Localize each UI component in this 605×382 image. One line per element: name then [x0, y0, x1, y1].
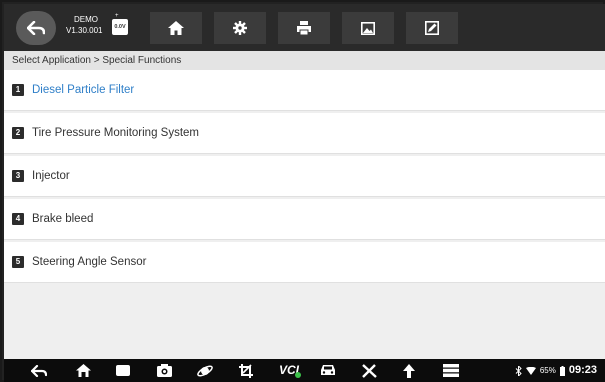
- home-button[interactable]: [150, 12, 202, 44]
- bluetooth-icon: [515, 365, 522, 376]
- clock: 09:23: [568, 364, 597, 376]
- home-icon: [168, 21, 184, 35]
- item-label: Brake bleed: [32, 213, 94, 225]
- item-number: 1: [12, 84, 24, 96]
- battery-voltage: 0.0V: [112, 19, 128, 35]
- nav-update-button[interactable]: [400, 363, 418, 378]
- nav-vci-button[interactable]: VCI: [277, 363, 301, 378]
- item-label: Diesel Particle Filter: [32, 84, 135, 96]
- item-number: 2: [12, 127, 24, 139]
- printer-icon: [297, 21, 311, 35]
- function-list: 1 Diesel Particle Filter 2 Tire Pressure…: [4, 70, 605, 359]
- edit-button[interactable]: [406, 12, 458, 44]
- list-item[interactable]: 1 Diesel Particle Filter: [4, 70, 605, 111]
- recent-apps-icon: [116, 365, 130, 376]
- nav-crop-button[interactable]: [237, 363, 255, 378]
- print-button[interactable]: [278, 12, 330, 44]
- crop-icon: [239, 363, 253, 378]
- top-toolbar: DEMO V1.30.001 + - 0.0V: [4, 4, 605, 51]
- item-label: Steering Angle Sensor: [32, 256, 147, 268]
- back-arrow-icon: [27, 21, 45, 35]
- planet-icon: [197, 364, 213, 377]
- breadcrumb: Select Application > Special Functions: [4, 51, 605, 70]
- image-icon: [361, 21, 375, 35]
- nav-tools-button[interactable]: [360, 363, 378, 378]
- bottom-nav-bar: VCI 65% 09:23: [4, 359, 605, 382]
- nav-camera-button[interactable]: [155, 363, 173, 378]
- item-number: 4: [12, 213, 24, 225]
- list-item[interactable]: 2 Tire Pressure Monitoring System: [4, 113, 605, 154]
- nav-browser-button[interactable]: [196, 363, 214, 378]
- item-number: 5: [12, 256, 24, 268]
- demo-label: DEMO: [74, 15, 98, 24]
- status-area: 65% 09:23: [515, 362, 597, 379]
- nav-menu-button[interactable]: [442, 363, 460, 378]
- version-info: DEMO V1.30.001: [66, 14, 102, 36]
- battery-percent: 65%: [539, 366, 556, 375]
- item-label: Tire Pressure Monitoring System: [32, 127, 200, 139]
- car-icon: [321, 365, 335, 375]
- wifi-icon: [525, 366, 536, 375]
- camera-icon: [156, 364, 172, 377]
- battery-voltage-indicator: + - 0.0V: [112, 13, 128, 36]
- battery-icon: [559, 365, 565, 376]
- app-window: DEMO V1.30.001 + - 0.0V Select Applicati…: [0, 0, 605, 382]
- settings-button[interactable]: [214, 12, 266, 44]
- nav-back-button[interactable]: [30, 363, 48, 378]
- back-arrow-icon: [31, 364, 47, 377]
- nav-home-button[interactable]: [74, 363, 92, 378]
- list-item[interactable]: 5 Steering Angle Sensor: [4, 242, 605, 283]
- list-item[interactable]: 4 Brake bleed: [4, 199, 605, 240]
- version-label: V1.30.001: [66, 26, 103, 35]
- vci-connected-icon: [295, 372, 301, 378]
- nav-vehicle-button[interactable]: [319, 363, 337, 378]
- home-icon: [75, 364, 91, 377]
- list-item[interactable]: 3 Injector: [4, 156, 605, 197]
- back-button[interactable]: [16, 11, 56, 45]
- up-arrow-icon: [403, 363, 415, 378]
- item-label: Injector: [32, 170, 70, 182]
- tools-icon: [361, 363, 377, 378]
- nav-recent-apps-button[interactable]: [114, 363, 132, 378]
- menu-icon: [443, 364, 459, 377]
- item-number: 3: [12, 170, 24, 182]
- gear-icon: [233, 21, 247, 35]
- screenshot-button[interactable]: [342, 12, 394, 44]
- edit-icon: [425, 21, 439, 35]
